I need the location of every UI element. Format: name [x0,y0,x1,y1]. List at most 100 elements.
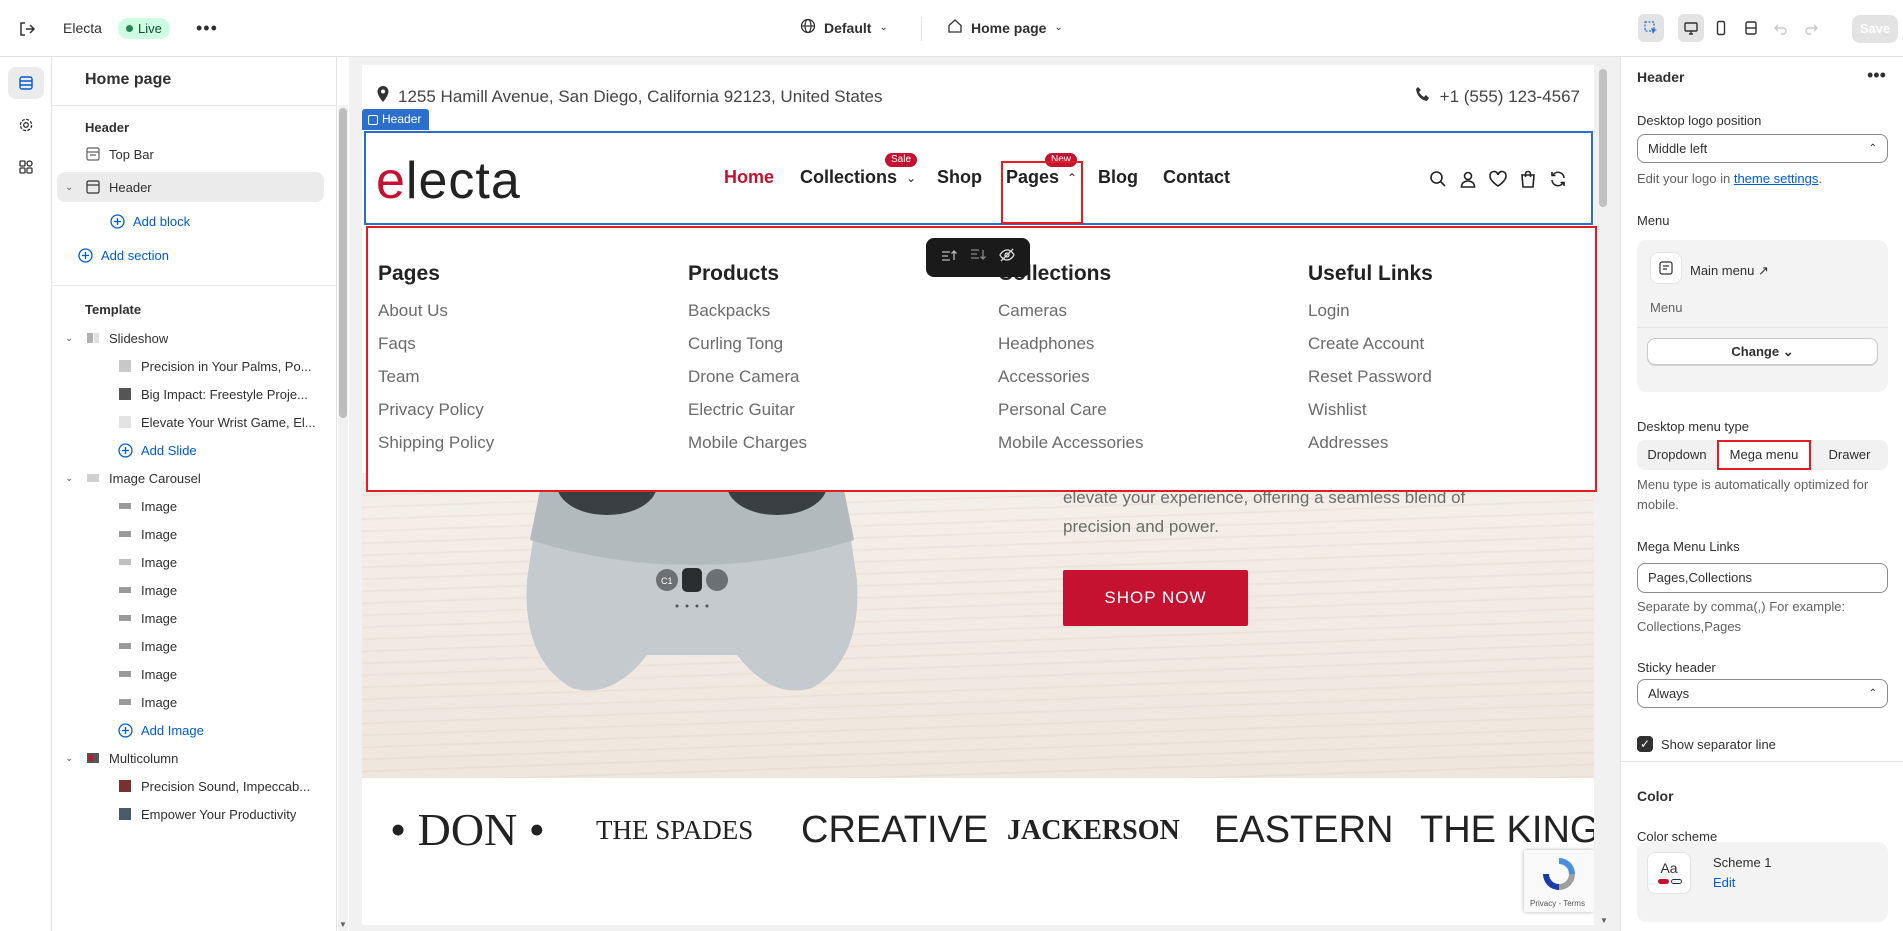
chevron-down-icon[interactable]: ⌄ [65,473,79,484]
brand-logo[interactable]: THE KING [1420,809,1594,852]
more-actions-icon[interactable]: ••• [196,18,218,39]
menu-type-dropdown[interactable]: Dropdown [1637,440,1717,470]
mega-links-input[interactable]: Pages,Collections [1637,563,1888,593]
left-panel-scrollbar[interactable]: ▼ [338,105,348,931]
add-slide-button[interactable]: Add Slide [57,435,324,465]
mega-menu-link[interactable]: Cameras [998,294,1144,327]
brand-logo[interactable]: CREATIVE [801,809,988,852]
header-section-tag[interactable]: Header [362,109,430,130]
mega-menu-link[interactable]: Mobile Charges [688,426,807,459]
theme-preset-selector[interactable]: Default ⌄ [800,18,888,37]
section-multicolumn[interactable]: ⌄ Multicolumn [57,743,324,773]
menu-name-link[interactable]: Main menu ↗ [1690,263,1769,279]
block-image[interactable]: Image [57,547,324,577]
block-image[interactable]: Image [57,631,324,661]
sections-icon[interactable] [8,67,44,99]
mega-menu-heading[interactable]: Useful Links [1308,262,1433,286]
multicolumn-thumb-icon [85,750,101,766]
mega-menu-link[interactable]: Personal Care [998,393,1144,426]
mega-menu-link[interactable]: Faqs [378,327,494,360]
mega-menu-link[interactable]: Drone Camera [688,360,807,393]
chevron-down-icon[interactable]: ⌄ [65,333,79,344]
sections-panel: Home page Header Top Bar ⌄ Header Add bl… [53,57,337,931]
pages-highlight [1001,161,1083,224]
save-button[interactable]: Save [1852,15,1898,43]
block-image[interactable]: Image [57,687,324,717]
menu-type-mega-menu[interactable]: Mega menu [1717,440,1811,470]
mega-menu-link[interactable]: Addresses [1308,426,1433,459]
chevron-down-icon[interactable]: ⌄ [65,182,79,193]
mobile-view-icon[interactable] [1708,14,1734,42]
add-section-button[interactable]: Add section [57,240,324,270]
block-column[interactable]: Precision Sound, Impeccab... [57,771,324,801]
menu-type-drawer[interactable]: Drawer [1811,440,1888,470]
shop-now-button[interactable]: SHOP NOW [1063,570,1248,626]
move-down-icon[interactable] [970,248,986,267]
fullscreen-icon[interactable] [1738,14,1764,42]
block-image[interactable]: Image [57,575,324,605]
preview-scrollbar[interactable]: ▼ [1597,65,1609,925]
separator-checkbox[interactable]: ✓ [1637,736,1653,752]
mega-menu-link[interactable]: Reset Password [1308,360,1433,393]
apps-icon[interactable] [8,151,44,183]
brand-logo[interactable]: JACKERSON [1007,815,1180,847]
inspector-icon[interactable] [1638,14,1664,42]
mega-menu-link[interactable]: Shipping Policy [378,426,494,459]
mega-menu-link[interactable]: Backpacks [688,294,807,327]
add-image-button[interactable]: Add Image [57,715,324,745]
mega-menu-link[interactable]: Login [1308,294,1433,327]
add-block-button[interactable]: Add block [57,206,324,236]
scrollbar-thumb[interactable] [1599,69,1607,207]
section-top-bar[interactable]: Top Bar [57,139,324,169]
page-selector[interactable]: Home page ⌄ [947,18,1063,37]
block-column[interactable]: Empower Your Productivity [57,799,324,829]
mega-menu-heading[interactable]: Products [688,262,807,286]
desktop-view-icon[interactable] [1678,14,1704,42]
mega-menu-link[interactable]: Mobile Accessories [998,426,1144,459]
recaptcha-badge[interactable]: Privacy - Terms [1524,850,1594,912]
mega-menu-link[interactable]: Electric Guitar [688,393,807,426]
brand-logo[interactable]: • DON • [390,803,545,856]
mega-menu-link[interactable]: Create Account [1308,327,1433,360]
logo-position-select[interactable]: Middle left ⌃ [1637,134,1888,163]
column-thumb-icon [117,778,133,794]
section-slideshow[interactable]: ⌄ Slideshow [57,323,324,353]
top-bar-phone[interactable]: +1 (555) 123-4567 [1414,85,1580,108]
mega-menu-link[interactable]: Team [378,360,494,393]
mega-menu-heading[interactable]: Pages [378,262,494,286]
scroll-down-icon[interactable]: ▼ [339,920,347,929]
sticky-header-select[interactable]: Always ⌃ [1637,679,1888,708]
theme-settings-link[interactable]: theme settings [1734,171,1819,186]
change-menu-button[interactable]: Change ⌄ [1647,338,1878,365]
theme-settings-icon[interactable] [8,109,44,141]
brand-logo[interactable]: EASTERN [1214,809,1393,852]
color-scheme-card[interactable]: Aa Scheme 1 Edit [1637,842,1888,922]
mega-menu-link[interactable]: Curling Tong [688,327,807,360]
top-bar-address[interactable]: 1255 Hamill Avenue, San Diego, Californi… [376,85,883,108]
section-header[interactable]: ⌄ Header [57,172,324,202]
hide-eye-icon[interactable] [999,248,1016,267]
mega-menu-link[interactable]: Wishlist [1308,393,1433,426]
mega-menu-link[interactable]: About Us [378,294,494,327]
scroll-down-icon[interactable]: ▼ [1600,916,1608,925]
scheme-edit-link[interactable]: Edit [1713,875,1735,890]
chevron-down-icon[interactable]: ⌄ [65,753,79,764]
block-slide[interactable]: Precision in Your Palms, Po... [57,351,324,381]
block-slide[interactable]: Big Impact: Freestyle Proje... [57,379,324,409]
block-image[interactable]: Image [57,491,324,521]
redo-icon[interactable] [1798,14,1824,42]
section-image-carousel[interactable]: ⌄ Image Carousel [57,463,324,493]
block-image[interactable]: Image [57,519,324,549]
mega-menu-link[interactable]: Accessories [998,360,1144,393]
block-image[interactable]: Image [57,659,324,689]
brand-logo[interactable]: THE SPADES [596,815,753,846]
exit-icon[interactable] [18,20,38,38]
mega-menu-link[interactable]: Headphones [998,327,1144,360]
undo-icon[interactable] [1768,14,1794,42]
move-up-icon[interactable] [941,248,957,267]
block-slide[interactable]: Elevate Your Wrist Game, El... [57,407,324,437]
block-image[interactable]: Image [57,603,324,633]
scrollbar-thumb[interactable] [339,108,347,418]
more-options-icon[interactable]: ••• [1867,65,1886,86]
mega-menu-link[interactable]: Privacy Policy [378,393,494,426]
